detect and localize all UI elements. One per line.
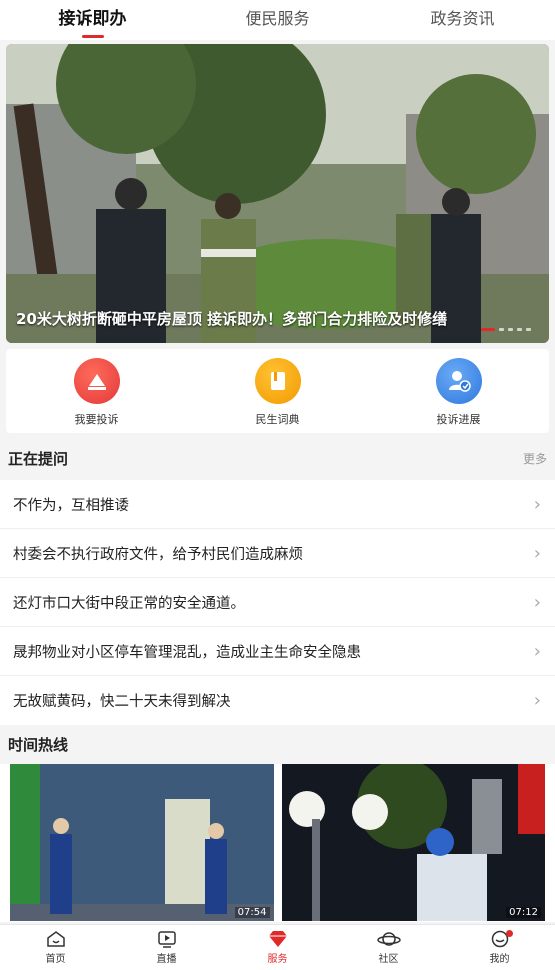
nav-home-label: 首页 <box>45 954 66 965</box>
nav-home[interactable]: 首页 <box>0 925 111 970</box>
nav-profile[interactable]: 我的 <box>444 925 555 970</box>
carousel-dot <box>508 328 513 331</box>
hotline-header: 时间热线 <box>0 723 555 765</box>
list-item[interactable]: 无故赋黄码，快二十天未得到解决 › <box>0 676 555 725</box>
nav-service[interactable]: 服务 <box>222 925 333 970</box>
question-text: 晟邦物业对小区停车管理混乱，造成业主生命安全隐患 <box>13 644 361 661</box>
chevron-right-icon: › <box>533 493 541 515</box>
video-duration: 07:12 <box>506 907 541 918</box>
complaint-button[interactable]: 我要投诉 <box>6 349 187 433</box>
nav-community[interactable]: 社区 <box>333 925 444 970</box>
carousel-dot <box>481 328 495 331</box>
top-tab-bar: 接诉即办 便民服务 政务资讯 <box>0 0 555 40</box>
chevron-right-icon: › <box>533 591 541 613</box>
quick-actions: 我要投诉 民生词典 投诉进展 <box>6 349 549 433</box>
nav-community-label: 社区 <box>378 954 399 965</box>
nav-live[interactable]: 直播 <box>111 925 222 970</box>
community-planet-icon <box>376 932 401 946</box>
video-list: 07:54 07:12 <box>0 764 555 922</box>
more-link[interactable]: 更多 <box>523 450 547 467</box>
video-card[interactable]: 07:54 <box>10 764 274 921</box>
chevron-right-icon: › <box>533 542 541 564</box>
video-thumbnail <box>281 764 545 921</box>
bottom-nav: 首页 直播 服务 社区 我的 <box>0 924 555 970</box>
nav-live-label: 直播 <box>156 954 177 965</box>
tab-services[interactable]: 便民服务 <box>185 0 370 40</box>
video-duration: 07:54 <box>234 907 270 918</box>
question-text: 还灯市口大街中段正常的安全通道。 <box>13 595 245 612</box>
progress-button[interactable]: 投诉进展 <box>368 349 549 433</box>
list-item[interactable]: 晟邦物业对小区停车管理混乱，造成业主生命安全隐患 › <box>0 627 555 676</box>
video-thumbnail <box>10 764 274 921</box>
hotline-title: 时间热线 <box>8 735 69 754</box>
question-text: 无故赋黄码，快二十天未得到解决 <box>13 694 231 710</box>
dictionary-button[interactable]: 民生词典 <box>187 349 368 433</box>
banner-caption: 20米大树折断砸中平房屋顶 接诉即办！多部门合力排险及时修缮 <box>16 310 448 328</box>
progress-label: 投诉进展 <box>436 413 481 426</box>
live-tv-icon <box>157 931 176 948</box>
list-item[interactable]: 村委会不执行政府文件，给予村民们造成麻烦 › <box>0 529 555 578</box>
carousel-dot <box>499 328 504 331</box>
question-text: 村委会不执行政府文件，给予村民们造成麻烦 <box>13 546 303 563</box>
tab-government-news[interactable]: 政务资讯 <box>370 0 555 40</box>
complaint-icon <box>73 358 120 404</box>
list-item[interactable]: 还灯市口大街中段正常的安全通道。 › <box>0 578 555 627</box>
questions-title: 正在提问 <box>8 449 69 468</box>
home-icon <box>46 931 65 947</box>
nav-service-label: 服务 <box>267 954 288 965</box>
question-text: 不作为，互相推诿 <box>13 497 129 514</box>
progress-icon <box>435 358 482 404</box>
question-list: 不作为，互相推诿 › 村委会不执行政府文件，给予村民们造成麻烦 › 还灯市口大街中段… <box>0 480 555 725</box>
banner-photo <box>6 44 549 343</box>
carousel-dot <box>517 328 522 331</box>
video-card[interactable]: 07:12 <box>281 764 545 921</box>
nav-profile-label: 我的 <box>489 954 510 965</box>
list-item[interactable]: 不作为，互相推诿 › <box>0 480 555 529</box>
carousel-indicator <box>481 328 531 331</box>
dictionary-icon <box>254 358 301 404</box>
chevron-right-icon: › <box>533 640 541 662</box>
notification-dot <box>506 930 513 937</box>
carousel-dot <box>526 328 531 331</box>
service-gem-icon <box>268 931 287 947</box>
questions-header: 正在提问 更多 <box>0 437 555 479</box>
banner-carousel[interactable]: 20米大树折断砸中平房屋顶 接诉即办！多部门合力排险及时修缮 <box>6 44 549 343</box>
chevron-right-icon: › <box>533 690 541 711</box>
tab-complaints[interactable]: 接诉即办 <box>0 0 185 40</box>
complaint-label: 我要投诉 <box>74 413 119 426</box>
dictionary-label: 民生词典 <box>255 413 300 426</box>
